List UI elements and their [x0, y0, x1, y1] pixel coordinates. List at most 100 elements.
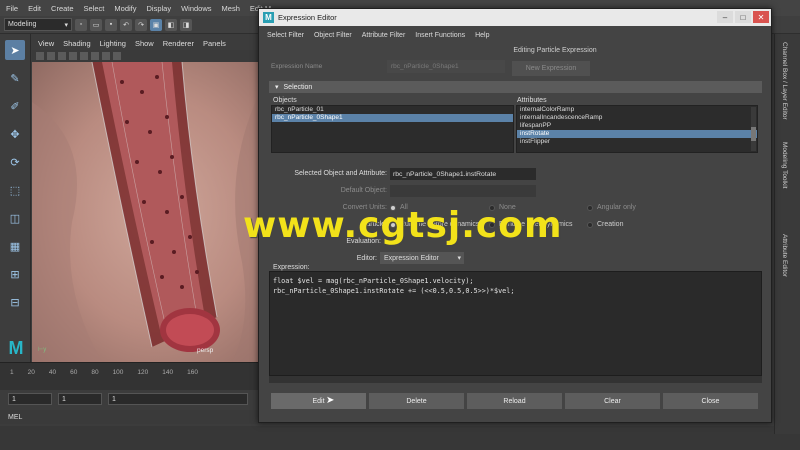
- dialog-titlebar[interactable]: M Expression Editor – □ ✕: [259, 9, 771, 26]
- panel-menu-show[interactable]: Show: [135, 39, 154, 48]
- smooth-shade-icon[interactable]: [69, 52, 77, 60]
- camera-icon[interactable]: [36, 52, 44, 60]
- minimize-icon[interactable]: –: [717, 11, 733, 23]
- help-line: [0, 426, 800, 450]
- selected-object-label: Selected Object and Attribute:: [294, 170, 387, 177]
- layout-single-icon[interactable]: ▦: [5, 236, 25, 256]
- list-item[interactable]: lifespanPP: [517, 122, 757, 130]
- scrollbar-thumb[interactable]: [751, 127, 756, 141]
- blood-vessel-model: [91, 62, 220, 352]
- menu-insert-functions[interactable]: Insert Functions: [415, 32, 465, 39]
- undo-icon[interactable]: ↶: [120, 18, 132, 31]
- layout-side-icon[interactable]: ⊟: [5, 292, 25, 312]
- list-item[interactable]: internalIncandescenceRamp: [517, 114, 757, 122]
- xray-icon[interactable]: [113, 52, 121, 60]
- range-start-field[interactable]: 1: [8, 393, 52, 405]
- menu-select[interactable]: Select: [84, 4, 105, 13]
- scale-tool-icon[interactable]: ⬚: [5, 180, 25, 200]
- menu-file[interactable]: File: [6, 4, 18, 13]
- lasso-tool-icon[interactable]: ✎: [5, 68, 25, 88]
- menu-windows[interactable]: Windows: [181, 4, 211, 13]
- panel-menu-lighting[interactable]: Lighting: [100, 39, 126, 48]
- close-button[interactable]: Close: [663, 393, 758, 409]
- wireframe-icon[interactable]: [58, 52, 66, 60]
- delete-button[interactable]: Delete: [369, 393, 464, 409]
- menu-edit[interactable]: Edit: [28, 4, 41, 13]
- menu-attribute-filter[interactable]: Attribute Filter: [362, 32, 406, 39]
- panel-menu-view[interactable]: View: [38, 39, 54, 48]
- open-folder-icon[interactable]: ▭: [90, 18, 102, 31]
- tool-box: ➤ ✎ ✐ ✥ ⟳ ⬚ ◫ ▦ ⊞ ⊟: [0, 34, 31, 379]
- expression-name-field[interactable]: rbc_nParticle_0Shape1: [387, 60, 505, 73]
- axis-gizmo: ⊢y: [38, 347, 47, 353]
- close-icon[interactable]: ✕: [753, 11, 769, 23]
- expression-name-label: Expression Name: [271, 63, 323, 70]
- expression-line: float $vel = mag(rbc_nParticle_0Shape1.v…: [273, 277, 474, 285]
- editor-select-value: Expression Editor: [384, 254, 439, 262]
- convert-units-angular[interactable]: Angular only: [587, 204, 636, 211]
- list-item[interactable]: rbc_nParticle_01: [272, 106, 513, 114]
- select-by-component-icon[interactable]: ◨: [180, 18, 192, 31]
- attributes-list[interactable]: internalColorRamp internalIncandescenceR…: [516, 105, 758, 153]
- particle-creation[interactable]: Creation: [587, 221, 623, 228]
- tab-attribute-editor[interactable]: Attribute Editor: [781, 234, 788, 277]
- current-frame-field[interactable]: 1: [58, 393, 102, 405]
- save-icon[interactable]: ▪: [105, 18, 117, 31]
- window-controls: – □ ✕: [717, 11, 769, 23]
- tick-label: 160: [187, 369, 198, 376]
- menu-create[interactable]: Create: [51, 4, 74, 13]
- range-slider: 1 1 1: [0, 390, 262, 408]
- editor-select[interactable]: Expression Editor ▾: [380, 252, 464, 264]
- objects-list[interactable]: rbc_nParticle_01 rbc_nParticle_0Shape1: [271, 105, 514, 153]
- menu-help[interactable]: Help: [475, 32, 489, 39]
- shadows-icon[interactable]: [102, 52, 110, 60]
- last-tool-icon[interactable]: ◫: [5, 208, 25, 228]
- reload-button[interactable]: Reload: [467, 393, 562, 409]
- attributes-scrollbar[interactable]: [751, 107, 756, 151]
- list-item-selected[interactable]: rbc_nParticle_0Shape1: [272, 114, 513, 122]
- persp-viewport[interactable]: [32, 62, 260, 362]
- list-item-selected[interactable]: instRotate: [517, 130, 757, 138]
- default-object-field[interactable]: [390, 185, 536, 197]
- panel-menu-renderer[interactable]: Renderer: [163, 39, 194, 48]
- menu-display[interactable]: Display: [147, 4, 172, 13]
- tick-label: 120: [137, 369, 149, 376]
- range-bar[interactable]: 1: [108, 393, 248, 405]
- grid-icon[interactable]: [47, 52, 55, 60]
- expression-textarea[interactable]: float $vel = mag(rbc_nParticle_0Shape1.v…: [269, 271, 762, 376]
- rotate-tool-icon[interactable]: ⟳: [5, 152, 25, 172]
- lights-icon[interactable]: [91, 52, 99, 60]
- menu-object-filter[interactable]: Object Filter: [314, 32, 352, 39]
- command-line[interactable]: MEL: [0, 410, 262, 424]
- paint-select-icon[interactable]: ✐: [5, 96, 25, 116]
- tab-modeling-toolkit[interactable]: Modeling Toolkit: [781, 142, 788, 189]
- maximize-icon[interactable]: □: [735, 11, 751, 23]
- menu-select-filter[interactable]: Select Filter: [267, 32, 304, 39]
- edit-button[interactable]: Edit: [271, 393, 366, 409]
- select-by-hierarchy-icon[interactable]: ▣: [150, 18, 162, 31]
- chevron-down-icon: ▾: [64, 21, 68, 29]
- new-scene-icon[interactable]: ▫: [75, 18, 87, 31]
- panel-menu-shading[interactable]: Shading: [63, 39, 91, 48]
- selection-section-header[interactable]: ▾ Selection: [269, 81, 762, 93]
- menu-modify[interactable]: Modify: [114, 4, 136, 13]
- select-by-object-icon[interactable]: ◧: [165, 18, 177, 31]
- selected-object-field[interactable]: rbc_nParticle_0Shape1.instRotate: [390, 168, 536, 180]
- list-item[interactable]: instFlipper: [517, 138, 757, 146]
- new-expression-button[interactable]: New Expression: [512, 61, 590, 76]
- clear-button[interactable]: Clear: [565, 393, 660, 409]
- layout-four-icon[interactable]: ⊞: [5, 264, 25, 284]
- panel-menu-panels[interactable]: Panels: [203, 39, 226, 48]
- select-tool-icon[interactable]: ➤: [5, 40, 25, 60]
- time-slider[interactable]: 1 20 40 60 80 100 120 140 160: [0, 362, 262, 390]
- tab-channel-box[interactable]: Channel Box / Layer Editor: [781, 42, 788, 120]
- default-object-label: Default Object:: [340, 187, 387, 194]
- redo-icon[interactable]: ↷: [135, 18, 147, 31]
- menu-mesh[interactable]: Mesh: [222, 4, 240, 13]
- list-item[interactable]: internalColorRamp: [517, 106, 757, 114]
- expression-hscrollbar[interactable]: [269, 376, 762, 383]
- textured-icon[interactable]: [80, 52, 88, 60]
- mode-select[interactable]: Modeling ▾: [4, 18, 72, 31]
- radio-label: Angular only: [597, 204, 636, 211]
- move-tool-icon[interactable]: ✥: [5, 124, 25, 144]
